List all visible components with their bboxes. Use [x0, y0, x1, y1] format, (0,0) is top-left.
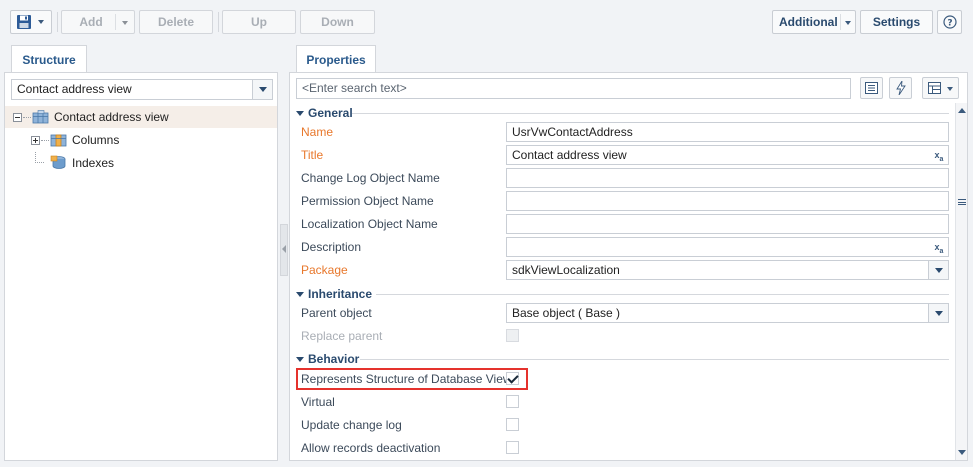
localize-icon[interactable]: xa	[932, 148, 946, 163]
label-name: Name	[301, 125, 334, 139]
toolbar: Add Delete Up Down Additional Settings ?	[0, 0, 973, 40]
section-collapse-icon[interactable]	[296, 110, 304, 116]
svg-text:?: ?	[947, 19, 952, 29]
grid-options-icon	[928, 82, 941, 94]
view-options-button[interactable]	[922, 77, 959, 99]
events-view-button[interactable]	[889, 77, 912, 99]
package-select[interactable]: sdkViewLocalization	[506, 260, 949, 280]
property-search-input[interactable]: <Enter search text>	[296, 78, 851, 99]
floppy-disk-icon	[17, 15, 31, 29]
label-description: Description	[301, 240, 362, 254]
collapse-icon[interactable]	[13, 112, 22, 122]
label-update-change-log: Update change log	[301, 418, 402, 432]
up-button[interactable]: Up	[222, 10, 296, 34]
parent-object-dropdown-icon[interactable]	[928, 304, 948, 322]
save-menu-caret-icon	[38, 20, 44, 24]
add-button[interactable]: Add	[61, 10, 135, 34]
properties-panel: <Enter search text> General Name UsrVwCo…	[289, 72, 968, 461]
update-change-log-checkbox[interactable]	[506, 418, 519, 431]
down-button[interactable]: Down	[300, 10, 375, 34]
label-virtual: Virtual	[301, 395, 335, 409]
additional-menu-caret-icon	[845, 21, 851, 25]
structure-panel: Contact address view Contact address vie…	[4, 72, 278, 461]
label-permission: Permission Object Name	[301, 194, 434, 208]
section-behavior[interactable]: Behavior	[290, 351, 359, 367]
virtual-checkbox[interactable]	[506, 395, 519, 408]
permission-field[interactable]	[506, 191, 949, 211]
tree-item-columns[interactable]: Columns	[5, 129, 277, 151]
indexes-icon	[50, 155, 66, 169]
replace-parent-checkbox[interactable]	[506, 329, 519, 342]
parent-object-select[interactable]: Base object ( Base )	[506, 303, 949, 323]
change-log-field[interactable]	[506, 168, 949, 188]
title-field[interactable]: Contact address view xa	[506, 145, 949, 165]
question-icon: ?	[942, 15, 957, 29]
tab-properties[interactable]: Properties	[296, 45, 376, 73]
localize-icon[interactable]: xa	[932, 240, 946, 255]
expand-icon[interactable]	[31, 135, 40, 145]
lightning-icon	[895, 81, 906, 95]
label-replace-parent: Replace parent	[301, 329, 383, 343]
tree-item-indexes[interactable]: Indexes	[5, 152, 277, 174]
property-grid: General Name UsrVwContactAddress Title C…	[290, 103, 955, 460]
categorized-view-button[interactable]	[860, 77, 883, 99]
allow-deactivation-checkbox[interactable]	[506, 441, 519, 454]
scroll-down-icon[interactable]	[958, 450, 966, 455]
section-collapse-icon[interactable]	[296, 291, 304, 297]
list-view-icon	[865, 82, 878, 94]
section-general[interactable]: General	[290, 105, 353, 121]
name-field[interactable]: UsrVwContactAddress	[506, 122, 949, 142]
label-title: Title	[301, 148, 324, 162]
panel-splitter[interactable]	[280, 224, 288, 276]
tab-structure[interactable]: Structure	[11, 45, 87, 73]
highlight-box	[296, 368, 528, 390]
scroll-up-icon[interactable]	[958, 108, 966, 113]
scrollbar-grip[interactable]	[958, 199, 966, 205]
label-localization: Localization Object Name	[301, 217, 438, 231]
help-button[interactable]: ?	[937, 10, 962, 34]
selector-dropdown-icon[interactable]	[252, 80, 272, 99]
label-change-log: Change Log Object Name	[301, 171, 440, 185]
additional-button[interactable]: Additional	[772, 10, 856, 34]
object-view-icon	[32, 110, 49, 124]
settings-button[interactable]: Settings	[860, 10, 933, 34]
columns-icon	[50, 134, 67, 147]
tree-item-root[interactable]: Contact address view	[5, 106, 277, 128]
vertical-scrollbar[interactable]	[955, 103, 967, 460]
label-package: Package	[301, 263, 348, 277]
save-button[interactable]	[10, 10, 52, 34]
description-field[interactable]: xa	[506, 237, 949, 257]
section-inheritance[interactable]: Inheritance	[290, 286, 372, 302]
add-menu-caret-icon	[122, 21, 128, 25]
label-parent-object: Parent object	[301, 306, 372, 320]
section-collapse-icon[interactable]	[296, 356, 304, 362]
localization-field[interactable]	[506, 214, 949, 234]
structure-object-selector[interactable]: Contact address view	[11, 79, 273, 100]
label-allow-deactivation: Allow records deactivation	[301, 441, 441, 455]
properties-tabbar	[289, 43, 968, 73]
package-dropdown-icon[interactable]	[928, 261, 948, 279]
view-options-caret-icon	[947, 87, 953, 91]
delete-button[interactable]: Delete	[139, 10, 213, 34]
